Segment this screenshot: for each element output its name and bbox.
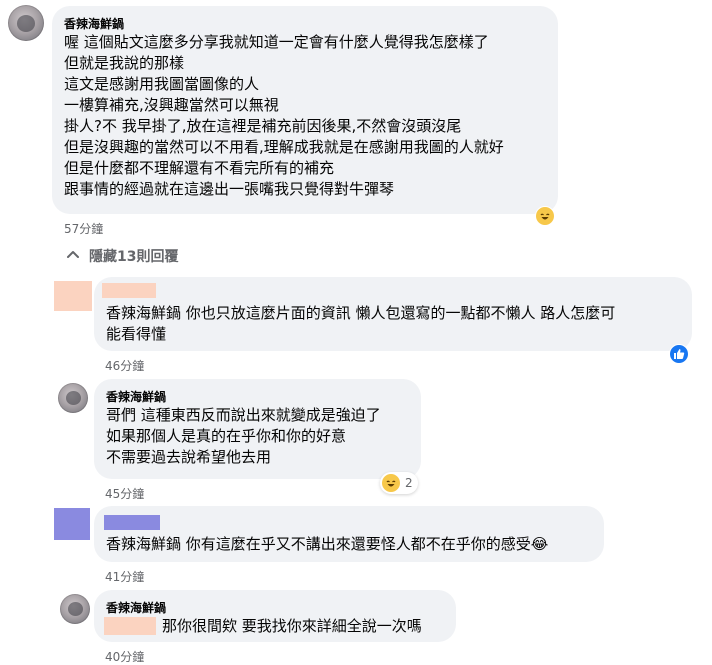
- hide-replies-link[interactable]: 隱藏13則回覆: [89, 246, 178, 266]
- reply-author[interactable]: [102, 283, 156, 298]
- avatar[interactable]: [54, 281, 92, 311]
- reply-text-line: 那你很間欸 要我找你來詳細全說一次嗎: [162, 617, 422, 635]
- reply-timestamp[interactable]: 40分鐘: [105, 648, 144, 665]
- reply-text-line: 哥們 這種東西反而說出來就變成是強迫了: [106, 406, 381, 424]
- comment-text-line: 但是沒興趣的當然可以不用看,理解成我就是在感謝用我圖的人就好: [64, 138, 504, 156]
- like-reaction-icon[interactable]: [669, 344, 689, 364]
- haha-reaction-icon[interactable]: [535, 206, 555, 226]
- comment-text-line: 掛人?不 我早掛了,放在這裡是補充前因後果,不然會沒頭沒尾: [64, 117, 462, 135]
- reply-author[interactable]: 香辣海鮮鍋: [106, 388, 166, 405]
- reply-text-line: 如果那個人是真的在乎你和你的好意: [106, 427, 347, 445]
- comment-text-line: 跟事情的經過就在這邊出一張嘴我只覺得對牛彈琴: [64, 180, 395, 198]
- reply-bubble: 香辣海鮮鍋 哥們 這種東西反而說出來就變成是強迫了 如果那個人是真的在乎你和你的…: [94, 379, 421, 479]
- reply-text-line: 能看得懂: [106, 325, 167, 343]
- avatar[interactable]: [58, 383, 88, 413]
- avatar[interactable]: [60, 594, 90, 624]
- comment-text-line: 但是什麼都不理解還有不看完所有的補充: [64, 159, 335, 177]
- comment-text-line: 這文是感謝用我圖當圖像的人: [64, 75, 260, 93]
- reply-text-line: 香辣海鮮鍋 你也只放這麼片面的資訊 懶人包還寫的一點都不懶人 路人怎麼可: [106, 304, 616, 322]
- reply-text-line: 香辣海鮮鍋 你有這麼在乎又不講出來還要怪人都不在乎你的感受😂: [106, 535, 549, 553]
- reaction-count: 2: [405, 476, 413, 490]
- avatar[interactable]: [54, 508, 90, 540]
- mention-tag[interactable]: [104, 617, 156, 635]
- comment-author[interactable]: 香辣海鮮鍋: [64, 15, 124, 32]
- reply-timestamp[interactable]: 45分鐘: [105, 485, 144, 502]
- avatar[interactable]: [8, 5, 44, 41]
- reply-timestamp[interactable]: 46分鐘: [105, 357, 144, 374]
- reply-author[interactable]: [104, 515, 160, 530]
- comment-bubble: 香辣海鮮鍋 喔 這個貼文這麼多分享我就知道一定會有什麼人覺得我怎麼樣了 但就是我…: [52, 6, 558, 214]
- reply-timestamp[interactable]: 41分鐘: [105, 568, 144, 585]
- haha-reaction-icon: [381, 473, 401, 493]
- comment-timestamp[interactable]: 57分鐘: [64, 220, 103, 237]
- comment-text-line: 一樓算補充,沒興趣當然可以無視: [64, 96, 279, 114]
- reply-author[interactable]: 香辣海鮮鍋: [106, 599, 166, 616]
- comment-text-line: 但就是我說的那樣: [64, 54, 185, 72]
- reply-bubble: 香辣海鮮鍋 你也只放這麼片面的資訊 懶人包還寫的一點都不懶人 路人怎麼可 能看得…: [94, 277, 692, 351]
- comment-text-line: 喔 這個貼文這麼多分享我就知道一定會有什麼人覺得我怎麼樣了: [64, 33, 489, 51]
- chevron-up-icon[interactable]: [66, 247, 80, 261]
- reply-text-line: 不需要過去說希望他去用: [106, 448, 272, 466]
- reply-bubble: 香辣海鮮鍋 你有這麼在乎又不講出來還要怪人都不在乎你的感受😂: [94, 506, 604, 562]
- reply-bubble: 香辣海鮮鍋 那你很間欸 要我找你來詳細全說一次嗎: [94, 590, 456, 642]
